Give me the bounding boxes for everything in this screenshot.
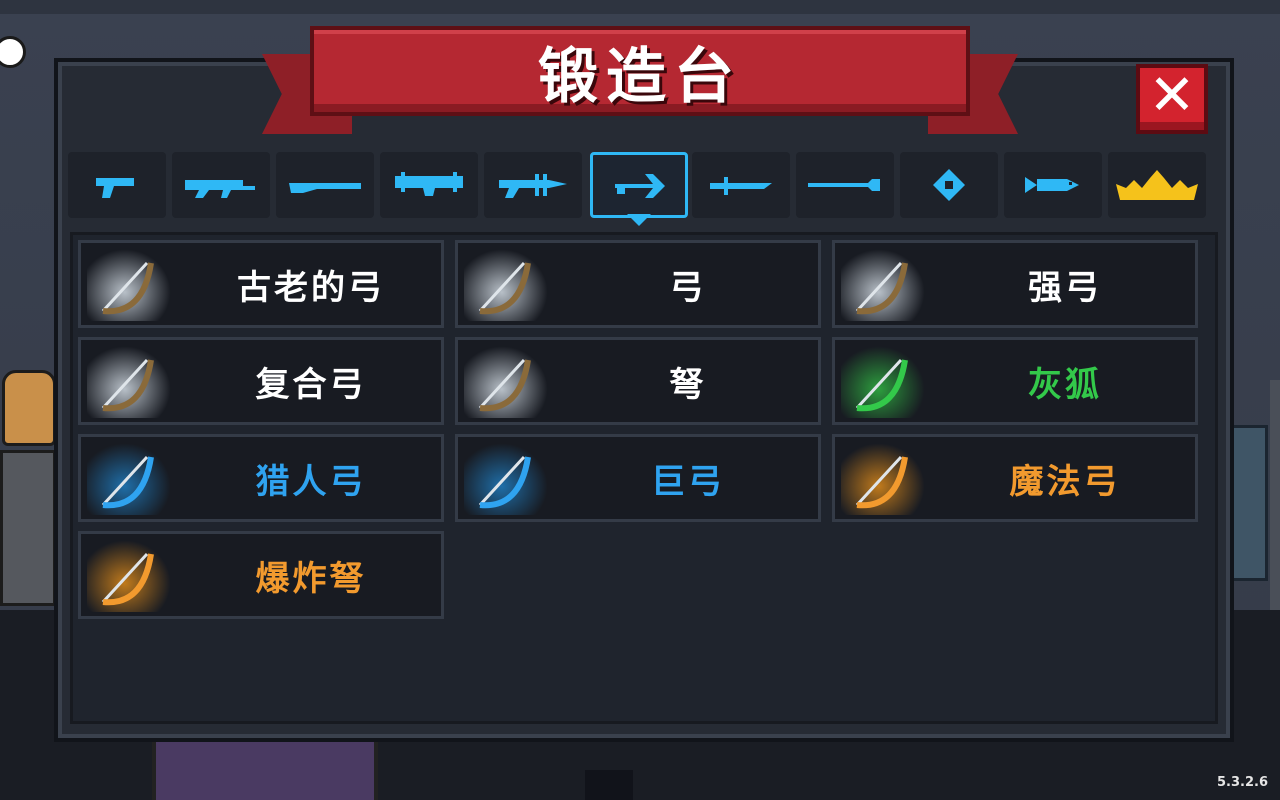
weapon-name: 强弓 (1028, 267, 1102, 308)
weapon-name: 猎人弓 (255, 461, 367, 502)
pistol-icon (96, 178, 134, 198)
background-block (585, 770, 633, 800)
weapon-name: 爆炸弩 (255, 558, 367, 599)
weapon-item[interactable]: 弩 (455, 337, 821, 425)
weapon-item[interactable]: 强弓 (832, 240, 1198, 328)
weapon-category-tabs (68, 152, 1212, 222)
weapon-icon (478, 261, 531, 315)
close-button[interactable]: ✕ (1136, 64, 1208, 134)
background-pillar (1270, 380, 1280, 610)
weapon-icon (478, 358, 531, 412)
tab-laser-gun[interactable] (484, 152, 582, 218)
version-label: 5.3.2.6 (1217, 775, 1268, 790)
weapon-item[interactable]: 灰狐 (832, 337, 1198, 425)
weapon-name: 复合弓 (255, 364, 367, 405)
weapon-icon (855, 455, 908, 509)
weapon-item[interactable]: 复合弓 (78, 337, 444, 425)
shuriken-icon (933, 169, 965, 201)
assault-rifle-icon (185, 180, 255, 198)
weapon-icon (855, 261, 908, 315)
weapon-name: 古老的弓 (237, 267, 385, 308)
tab-spear[interactable] (796, 152, 894, 218)
bow-arrow-icon (615, 174, 665, 198)
weapon-icon (101, 455, 154, 509)
player-character (0, 360, 60, 610)
weapon-item[interactable]: 爆炸弩 (78, 531, 444, 619)
shotgun-icon (289, 183, 361, 193)
window-title: 锻造台 (538, 41, 742, 112)
background-wall (0, 0, 1280, 14)
weapon-name: 巨弓 (651, 461, 725, 502)
tab-rocket-launcher[interactable] (380, 152, 478, 218)
tab-bow[interactable] (590, 152, 688, 218)
background-door (152, 742, 378, 800)
fish-icon (1025, 177, 1079, 193)
tab-assault-rifle[interactable] (172, 152, 270, 218)
weapon-name: 弓 (669, 267, 707, 308)
sword-icon (710, 177, 772, 195)
laser-gun-icon (499, 174, 567, 198)
weapon-icon (101, 358, 154, 412)
weapon-item[interactable]: 魔法弓 (832, 434, 1198, 522)
tab-shuriken[interactable] (900, 152, 998, 218)
title-banner: 锻造台 (262, 26, 1018, 138)
active-tab-pointer (627, 214, 651, 226)
weapon-icon (101, 261, 154, 315)
background-machine (1228, 425, 1268, 581)
weapon-name: 弩 (669, 364, 707, 405)
weapon-icon (855, 358, 908, 412)
tab-sword[interactable] (692, 152, 790, 218)
weapon-item[interactable]: 巨弓 (455, 434, 821, 522)
weapon-item[interactable]: 弓 (455, 240, 821, 328)
weapon-icon (478, 455, 531, 509)
weapon-icon (101, 552, 154, 606)
tab-pistol[interactable] (68, 152, 166, 218)
weapon-name: 魔法弓 (1009, 461, 1121, 502)
close-icon: ✕ (1148, 63, 1196, 128)
crown-icon (1116, 170, 1198, 200)
rocket-launcher-icon (395, 172, 463, 196)
weapon-item[interactable]: 猎人弓 (78, 434, 444, 522)
tab-shotgun[interactable] (276, 152, 374, 218)
spear-icon (808, 179, 880, 191)
weapon-item[interactable]: 古老的弓 (78, 240, 444, 328)
tab-fish[interactable] (1004, 152, 1102, 218)
tab-special[interactable] (1108, 152, 1206, 218)
weapon-name: 灰狐 (1028, 364, 1102, 405)
